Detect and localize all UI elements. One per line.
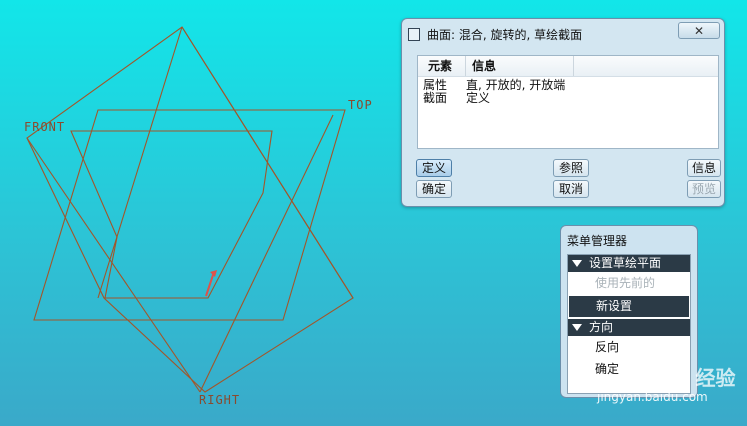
dialog-title-bar: 曲面: 混合, 旋转的, 草绘截面 <box>408 25 708 43</box>
reference-button[interactable]: 参照 <box>553 159 589 177</box>
table-row[interactable]: 属性 直, 开放的, 开放端 <box>418 79 718 92</box>
menu-manager-title: 菜单管理器 <box>567 234 628 248</box>
table-row[interactable]: 截面 定义 <box>418 92 718 105</box>
table-header: 元素 信息 <box>418 56 718 77</box>
row-info: 定义 <box>466 91 491 105</box>
menu-item-new-setup[interactable]: 新设置 <box>568 295 690 318</box>
watermark-brand: Bai 经验 <box>653 366 736 390</box>
top-plane-label: TOP <box>348 98 373 112</box>
row-element: 截面 <box>423 91 448 105</box>
front-plane-label: FRONT <box>24 120 65 134</box>
column-header-info[interactable]: 信息 <box>466 56 574 76</box>
column-header-element[interactable]: 元素 <box>418 56 466 76</box>
dialog-title: 曲面: 混合, 旋转的, 草绘截面 <box>427 27 583 42</box>
preview-button[interactable]: 预览 <box>687 180 721 198</box>
top-datum-plane[interactable] <box>33 109 346 321</box>
menu-item-use-previous[interactable]: 使用先前的 <box>568 272 690 294</box>
front-datum-plane[interactable] <box>70 130 273 299</box>
close-icon: ✕ <box>693 24 705 38</box>
collapse-triangle-icon <box>572 260 582 267</box>
right-plane-label: RIGHT <box>199 393 240 407</box>
front-plane-edge <box>26 137 201 393</box>
menu-section-label: 方向 <box>589 320 614 334</box>
front-plane-edge <box>199 114 334 393</box>
cancel-button[interactable]: 取消 <box>553 180 589 198</box>
menu-section-sketch-plane[interactable]: 设置草绘平面 <box>568 255 690 272</box>
menu-section-label: 设置草绘平面 <box>589 256 662 270</box>
feature-dialog: 曲面: 混合, 旋转的, 草绘截面 ✕ 元素 信息 属性 直, 开放的, 开放端… <box>401 18 725 207</box>
info-button[interactable]: 信息 <box>687 159 721 177</box>
define-button[interactable]: 定义 <box>416 159 452 177</box>
collapse-triangle-icon <box>572 324 582 331</box>
menu-section-direction[interactable]: 方向 <box>568 319 690 336</box>
close-button[interactable]: ✕ <box>678 22 720 39</box>
menu-item-flip[interactable]: 反向 <box>568 336 690 358</box>
direction-arrow-icon[interactable] <box>205 271 215 297</box>
dialog-window-icon <box>408 27 420 41</box>
watermark-url: jingyan.baidu.com <box>597 390 708 404</box>
right-plane-edge <box>181 26 354 299</box>
confirm-button[interactable]: 确定 <box>416 180 452 198</box>
element-info-table: 元素 信息 属性 直, 开放的, 开放端 截面 定义 <box>417 55 719 149</box>
right-plane-edge <box>97 26 183 299</box>
